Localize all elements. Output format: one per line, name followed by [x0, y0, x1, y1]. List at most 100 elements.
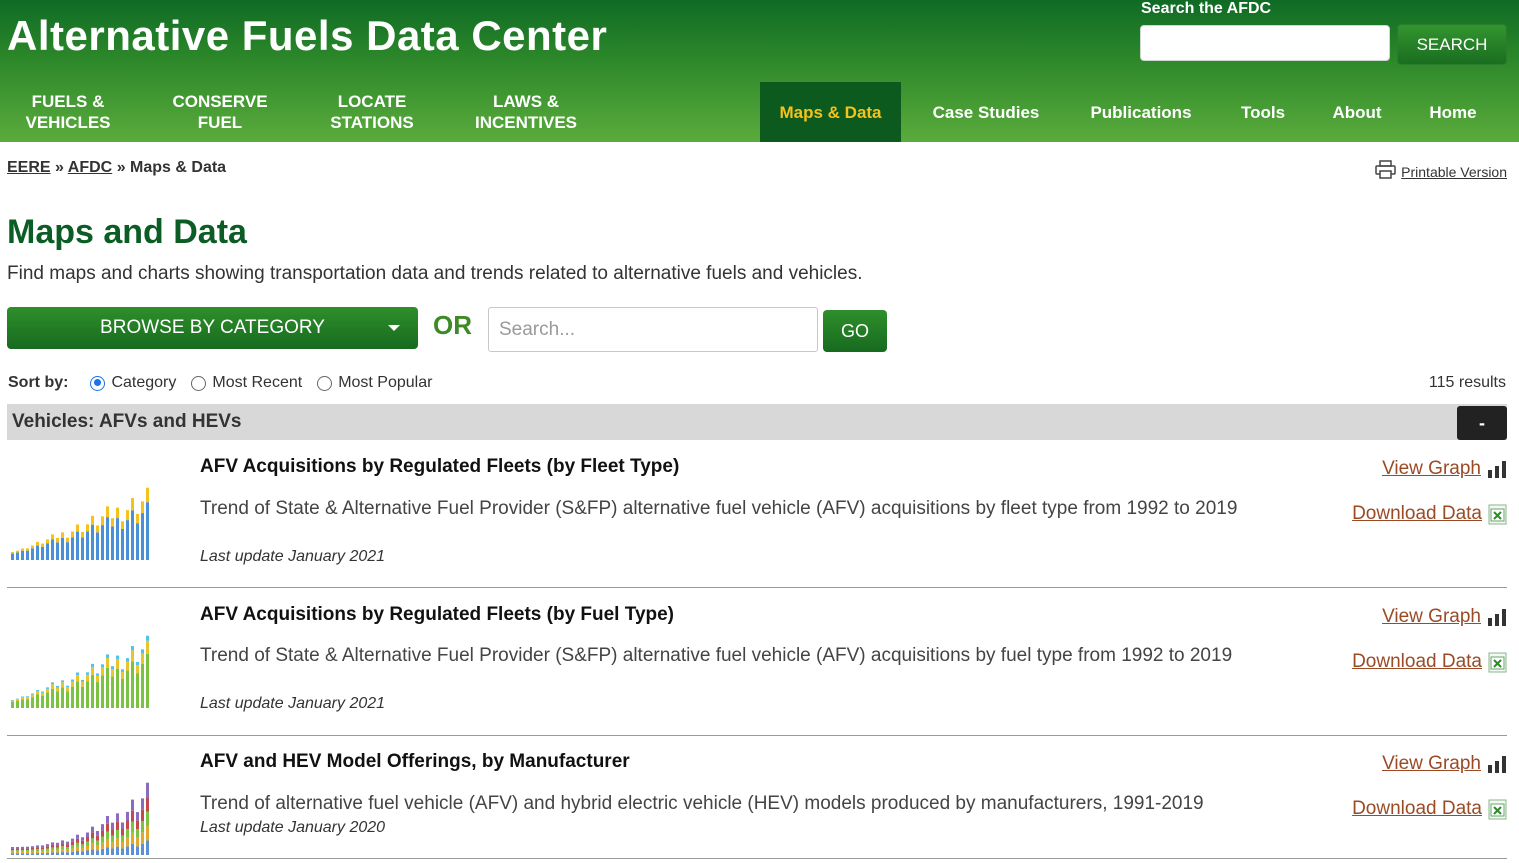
go-button[interactable]: GO	[823, 310, 887, 352]
thumbnail-bar-segment	[76, 842, 79, 847]
thumbnail-bar-segment	[76, 524, 79, 532]
search-input[interactable]	[488, 307, 818, 352]
thumbnail-bar-segment	[11, 702, 14, 708]
nav-fuels-vehicles[interactable]: Fuels & Vehicles	[0, 82, 136, 142]
item-description: Trend of State & Alternative Fuel Provid…	[200, 498, 1238, 519]
thumbnail-bar-segment	[21, 696, 24, 698]
breadcrumb-eere[interactable]: EERE	[7, 159, 51, 176]
thumbnail-bar-segment	[101, 842, 104, 849]
thumbnail-bar-segment	[121, 848, 124, 855]
thumbnail-bar-segment	[111, 822, 114, 830]
results-count: 115 results	[1428, 374, 1506, 391]
view-graph-link[interactable]: View Graph	[1382, 752, 1507, 776]
thumbnail-bar-segment	[71, 851, 74, 855]
collapse-button[interactable]: -	[1457, 406, 1507, 440]
nav-laws-incentives[interactable]: Laws & Incentives	[456, 82, 596, 142]
nav-locate-stations[interactable]: Locate Stations	[304, 82, 440, 142]
thumbnail-bar-segment	[51, 539, 54, 560]
thumbnail-bar-segment	[46, 688, 49, 693]
thumbnail-bar-segment	[36, 853, 39, 855]
nav-home[interactable]: Home	[1410, 82, 1496, 142]
printable-version[interactable]: Printable Version	[1375, 160, 1507, 183]
chart-thumbnail[interactable]	[7, 465, 157, 565]
breadcrumb-afdc[interactable]: AFDC	[68, 159, 112, 176]
thumbnail-bar-segment	[56, 850, 59, 853]
thumbnail-bar-segment	[101, 848, 104, 855]
nav-about[interactable]: About	[1318, 82, 1396, 142]
thumbnail-bar-segment	[21, 699, 24, 708]
header-search-button[interactable]: SEARCH	[1397, 24, 1507, 65]
thumbnail-bar-segment	[71, 681, 74, 687]
download-data-label[interactable]: Download Data	[1352, 650, 1482, 674]
thumbnail-bar-segment	[126, 811, 129, 821]
sort-option-most-recent[interactable]: Most Recent	[191, 374, 302, 392]
thumbnail-bar-segment	[26, 853, 29, 855]
thumbnail-bar-segment	[56, 845, 59, 848]
spreadsheet-icon	[1488, 799, 1507, 819]
thumbnail-bar-segment	[41, 851, 44, 854]
thumbnail-bar-segment	[11, 851, 14, 854]
thumbnail-bar-segment	[61, 852, 64, 855]
thumbnail-bar-segment	[81, 537, 84, 560]
category-header[interactable]: Vehicles: AFVs and HEVs -	[7, 404, 1507, 440]
thumbnail-bar-segment	[136, 661, 139, 666]
thumbnail-bar-segment	[81, 686, 84, 708]
thumbnail-bar-segment	[111, 526, 114, 560]
thumbnail-bar-segment	[31, 697, 34, 708]
thumbnail-bar-segment	[146, 487, 149, 503]
site-title[interactable]: Alternative Fuels Data Center	[7, 12, 607, 60]
chart-thumbnail[interactable]	[7, 613, 157, 713]
thumbnail-bar-segment	[141, 501, 144, 514]
item-title[interactable]: AFV Acquisitions by Regulated Fleets (by…	[200, 603, 674, 627]
printable-version-link[interactable]: Printable Version	[1401, 163, 1507, 181]
caret-down-icon	[388, 325, 400, 331]
view-graph-label[interactable]: View Graph	[1382, 457, 1481, 481]
nav-tools[interactable]: Tools	[1222, 82, 1304, 142]
item-title[interactable]: AFV and HEV Model Offerings, by Manufact…	[200, 750, 630, 774]
radio-checked-icon[interactable]	[90, 375, 106, 391]
thumbnail-bar-segment	[96, 831, 99, 836]
thumbnail-bar-segment	[131, 821, 134, 833]
thumbnail-bar-segment	[46, 846, 49, 849]
thumbnail-bar-segment	[56, 852, 59, 855]
thumbnail-bar-segment	[16, 846, 19, 849]
download-data-label[interactable]: Download Data	[1352, 502, 1482, 526]
header-search-input[interactable]	[1140, 25, 1390, 61]
download-data-label[interactable]: Download Data	[1352, 797, 1482, 821]
thumbnail-bar-segment	[146, 826, 149, 841]
thumbnail-bar-segment	[131, 843, 134, 855]
thumbnail-bar-segment	[51, 849, 54, 853]
radio-unchecked-icon[interactable]	[191, 375, 207, 391]
thumbnail-bar-segment	[71, 845, 74, 849]
nav-conserve-fuel[interactable]: Conserve Fuel	[152, 82, 288, 142]
view-graph-link[interactable]: View Graph	[1382, 457, 1507, 481]
download-data-link[interactable]: Download Data	[1352, 502, 1507, 526]
item-title[interactable]: AFV Acquisitions by Regulated Fleets (by…	[200, 455, 679, 479]
thumbnail-bar-segment	[21, 548, 24, 551]
thumbnail-bar-segment	[61, 849, 64, 853]
radio-unchecked-icon[interactable]	[317, 375, 333, 391]
thumbnail-bar-segment	[11, 850, 14, 852]
thumbnail-bar-segment	[106, 506, 109, 518]
thumbnail-bar-segment	[36, 849, 39, 852]
download-data-link[interactable]: Download Data	[1352, 650, 1507, 674]
view-graph-label[interactable]: View Graph	[1382, 605, 1481, 629]
thumbnail-bar-segment	[56, 537, 59, 543]
view-graph-link[interactable]: View Graph	[1382, 605, 1507, 629]
thumbnail-bar-segment	[91, 838, 94, 844]
sort-option-category[interactable]: Category	[90, 374, 176, 392]
breadcrumb-separator: »	[116, 159, 126, 176]
list-item: AFV Acquisitions by Regulated Fleets (by…	[7, 603, 1507, 723]
item-updated: Last update January 2020	[200, 819, 386, 836]
chart-thumbnail[interactable]	[7, 760, 157, 860]
thumbnail-bar-segment	[61, 846, 64, 850]
nav-maps-data[interactable]: Maps & Data	[760, 82, 901, 142]
thumbnail-bar-segment	[121, 669, 124, 672]
sort-option-most-popular[interactable]: Most Popular	[317, 374, 432, 392]
thumbnail-bar-segment	[96, 532, 99, 560]
nav-publications[interactable]: Publications	[1074, 82, 1208, 142]
download-data-link[interactable]: Download Data	[1352, 797, 1507, 821]
browse-by-category-button[interactable]: BROWSE BY CATEGORY	[7, 307, 418, 349]
nav-case-studies[interactable]: Case Studies	[915, 82, 1057, 142]
view-graph-label[interactable]: View Graph	[1382, 752, 1481, 776]
